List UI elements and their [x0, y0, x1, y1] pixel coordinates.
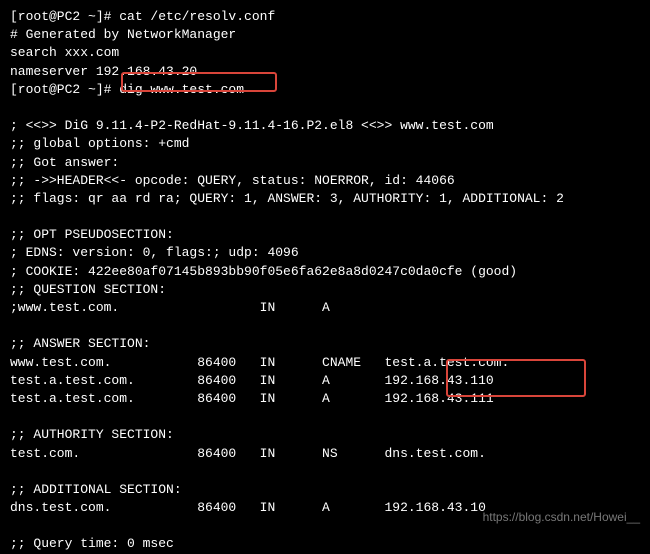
terminal-line-blank — [10, 317, 640, 335]
terminal-line-authority-section: ;; AUTHORITY SECTION: — [10, 426, 640, 444]
terminal-line-edns: ; EDNS: version: 0, flags:; udp: 4096 — [10, 244, 640, 262]
terminal-line-got-answer: ;; Got answer: — [10, 154, 640, 172]
terminal-line-blank — [10, 408, 640, 426]
terminal-line-cmd-cat: [root@PC2 ~]# cat /etc/resolv.conf — [10, 8, 640, 26]
terminal-line-search: search xxx.com — [10, 44, 640, 62]
terminal-line-answer-a1: test.a.test.com. 86400 IN A 192.168.43.1… — [10, 372, 640, 390]
terminal-line-query-time: ;; Query time: 0 msec — [10, 535, 640, 553]
terminal-line-nameserver: nameserver 192.168.43.20 — [10, 63, 640, 81]
terminal-line-question-section: ;; QUESTION SECTION: — [10, 281, 640, 299]
terminal-line-answer-cname: www.test.com. 86400 IN CNAME test.a.test… — [10, 354, 640, 372]
terminal-line-cmd-dig: [root@PC2 ~]# dig www.test.com — [10, 81, 640, 99]
terminal-line-header: ;; ->>HEADER<<- opcode: QUERY, status: N… — [10, 172, 640, 190]
terminal-line-global-opts: ;; global options: +cmd — [10, 135, 640, 153]
terminal-line-question: ;www.test.com. IN A — [10, 299, 640, 317]
terminal-line-additional-section: ;; ADDITIONAL SECTION: — [10, 481, 640, 499]
terminal-line-blank — [10, 208, 640, 226]
terminal-line-opt-section: ;; OPT PSEUDOSECTION: — [10, 226, 640, 244]
terminal-line-comment: # Generated by NetworkManager — [10, 26, 640, 44]
terminal-line-dig-version: ; <<>> DiG 9.11.4-P2-RedHat-9.11.4-16.P2… — [10, 117, 640, 135]
terminal-line-authority-ns: test.com. 86400 IN NS dns.test.com. — [10, 445, 640, 463]
terminal-line-flags: ;; flags: qr aa rd ra; QUERY: 1, ANSWER:… — [10, 190, 640, 208]
terminal-line-answer-section: ;; ANSWER SECTION: — [10, 335, 640, 353]
terminal-line-blank — [10, 463, 640, 481]
watermark-text: https://blog.csdn.net/Howei__ — [483, 509, 640, 526]
terminal-line-cookie: ; COOKIE: 422ee80af07145b893bb90f05e6fa6… — [10, 263, 640, 281]
terminal-line-answer-a2: test.a.test.com. 86400 IN A 192.168.43.1… — [10, 390, 640, 408]
terminal-line-blank — [10, 99, 640, 117]
